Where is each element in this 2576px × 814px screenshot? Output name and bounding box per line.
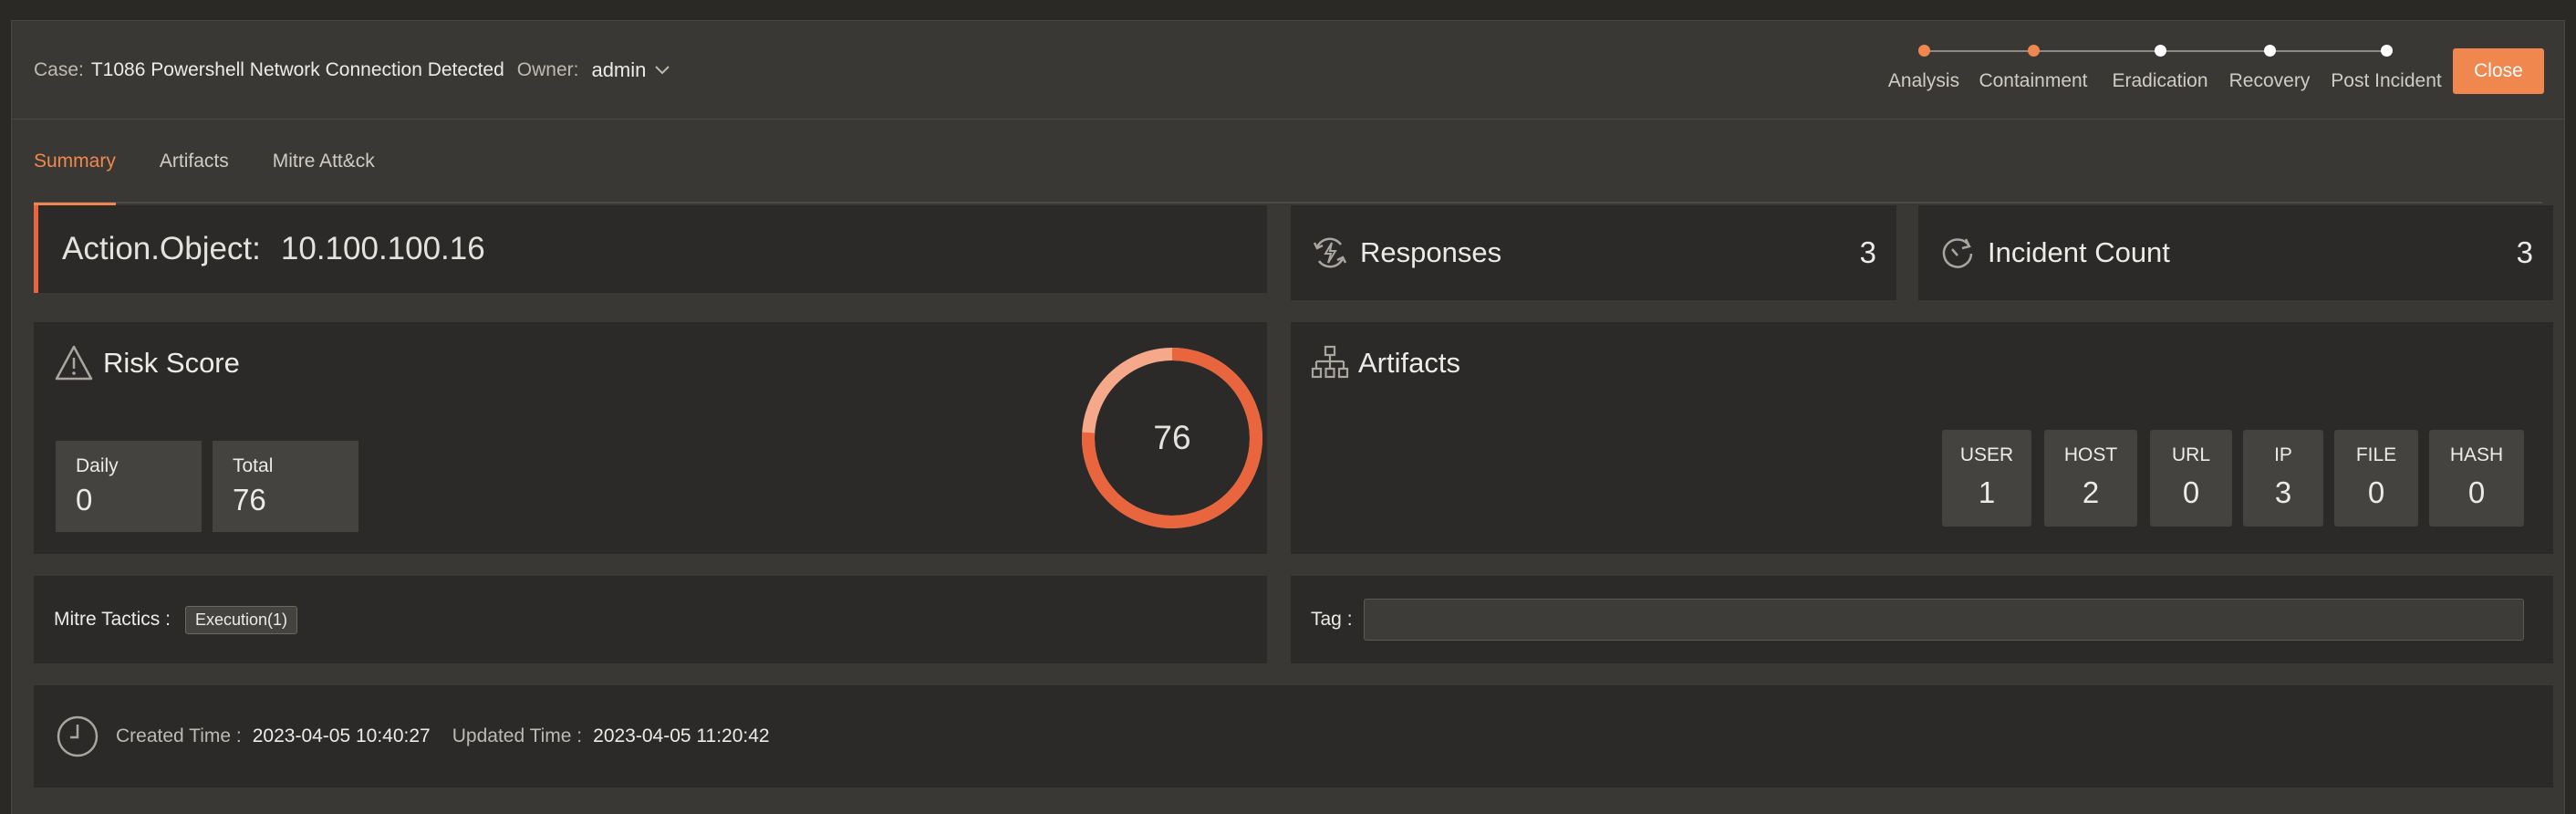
incident-count-value: 3 bbox=[2516, 235, 2533, 269]
step-dot bbox=[2380, 45, 2393, 57]
artifact-hash[interactable]: HASH 0 bbox=[2429, 430, 2524, 527]
mitre-tactics-label: Mitre Tactics : bbox=[54, 609, 171, 630]
workflow-stepper: Analysis Containment Eradication Recover… bbox=[1873, 21, 2457, 120]
artifact-value: 2 bbox=[2082, 475, 2100, 509]
artifacts-title: Artifacts bbox=[1358, 347, 1460, 379]
case-info: Case: T1086 Powershell Network Connectio… bbox=[34, 21, 671, 120]
warning-icon bbox=[54, 344, 94, 382]
tab-mitre-attack[interactable]: Mitre Att&ck bbox=[273, 120, 375, 204]
mitre-tactics-card: Mitre Tactics : Execution(1) bbox=[34, 576, 1267, 663]
daily-label: Daily bbox=[76, 455, 119, 476]
artifact-value: 0 bbox=[2182, 475, 2200, 509]
artifact-url[interactable]: URL 0 bbox=[2150, 430, 2232, 527]
action-object-card: Action.Object: 10.100.100.16 bbox=[34, 205, 1267, 293]
artifact-label: HASH bbox=[2449, 444, 2504, 465]
artifact-file[interactable]: FILE 0 bbox=[2334, 430, 2418, 527]
case-header: Case: T1086 Powershell Network Connectio… bbox=[12, 21, 2564, 120]
artifact-ip[interactable]: IP 3 bbox=[2243, 430, 2323, 527]
responses-title: Responses bbox=[1360, 236, 1502, 268]
step-dot bbox=[2027, 45, 2040, 57]
tab-summary[interactable]: Summary bbox=[34, 120, 116, 205]
clock-icon bbox=[56, 715, 99, 758]
tag-label: Tag : bbox=[1311, 609, 1353, 630]
total-value: 76 bbox=[233, 483, 266, 517]
risk-score-value: 76 bbox=[1153, 419, 1191, 456]
incident-count-card: Incident Count 3 bbox=[1918, 205, 2553, 300]
total-label: Total bbox=[233, 455, 274, 476]
action-object-value: 10.100.100.16 bbox=[280, 231, 485, 266]
hierarchy-icon bbox=[1311, 344, 1349, 382]
artifact-label: IP bbox=[2274, 444, 2292, 465]
total-score-box: Total 76 bbox=[213, 441, 358, 532]
tag-input[interactable] bbox=[1363, 599, 2524, 641]
artifact-label: URL bbox=[2171, 444, 2210, 465]
close-button[interactable]: Close bbox=[2453, 48, 2544, 94]
responses-card: Responses 3 bbox=[1291, 205, 1896, 300]
mitre-tactic-badge[interactable]: Execution(1) bbox=[184, 605, 298, 634]
owner-select[interactable]: admin bbox=[591, 58, 646, 82]
artifact-host[interactable]: HOST 2 bbox=[2044, 430, 2137, 527]
artifact-value: 0 bbox=[2367, 475, 2385, 509]
created-time-value: 2023-04-05 10:40:27 bbox=[252, 725, 431, 746]
risk-score-card: Risk Score Daily 0 Total 76 76 bbox=[34, 322, 1267, 554]
step-containment[interactable]: Containment bbox=[1965, 21, 2102, 120]
artifact-label: USER bbox=[1959, 444, 2014, 465]
artifact-value: 0 bbox=[2467, 475, 2486, 509]
tab-bar: Summary Artifacts Mitre Att&ck bbox=[34, 120, 2542, 205]
responses-icon bbox=[1311, 234, 1349, 272]
artifacts-header: Artifacts bbox=[1311, 344, 1460, 382]
risk-score-title: Risk Score bbox=[103, 347, 240, 379]
artifact-value: 3 bbox=[2274, 475, 2292, 509]
updated-time-value: 2023-04-05 11:20:42 bbox=[593, 725, 770, 746]
step-dot bbox=[2154, 45, 2166, 57]
step-post-incident[interactable]: Post Incident bbox=[2318, 21, 2455, 120]
updated-time-label: Updated Time : bbox=[452, 725, 583, 746]
step-label: Post Incident bbox=[2331, 70, 2442, 91]
artifact-label: HOST bbox=[2063, 444, 2118, 465]
daily-value: 0 bbox=[76, 483, 93, 517]
owner-label: Owner: bbox=[516, 59, 579, 80]
artifact-label: FILE bbox=[2355, 444, 2397, 465]
action-object-label: Action.Object: bbox=[62, 231, 261, 266]
artifacts-card: Artifacts USER 1 HOST 2 URL 0 IP 3 FILE … bbox=[1291, 322, 2553, 554]
step-dot bbox=[1917, 45, 1930, 57]
tab-artifacts[interactable]: Artifacts bbox=[160, 120, 229, 204]
case-window: Case: T1086 Powershell Network Connectio… bbox=[11, 20, 2565, 814]
step-label: Containment bbox=[1979, 70, 2088, 91]
step-dot bbox=[2263, 45, 2276, 57]
artifact-value: 1 bbox=[1978, 475, 1996, 509]
timestamps-card: Created Time : 2023-04-05 10:40:27 Updat… bbox=[34, 685, 2553, 788]
timer-reset-icon bbox=[1938, 234, 1977, 272]
risk-score-header: Risk Score bbox=[54, 344, 240, 382]
responses-count: 3 bbox=[1859, 235, 1876, 269]
daily-score-box: Daily 0 bbox=[56, 441, 202, 532]
case-label: Case: bbox=[34, 59, 84, 80]
case-title: T1086 Powershell Network Connection Dete… bbox=[90, 59, 504, 80]
chevron-down-icon[interactable] bbox=[653, 61, 671, 79]
incident-count-title: Incident Count bbox=[1988, 236, 2170, 268]
tag-card: Tag : bbox=[1291, 576, 2553, 663]
created-time-label: Created Time : bbox=[116, 725, 242, 746]
artifact-user[interactable]: USER 1 bbox=[1942, 430, 2031, 527]
